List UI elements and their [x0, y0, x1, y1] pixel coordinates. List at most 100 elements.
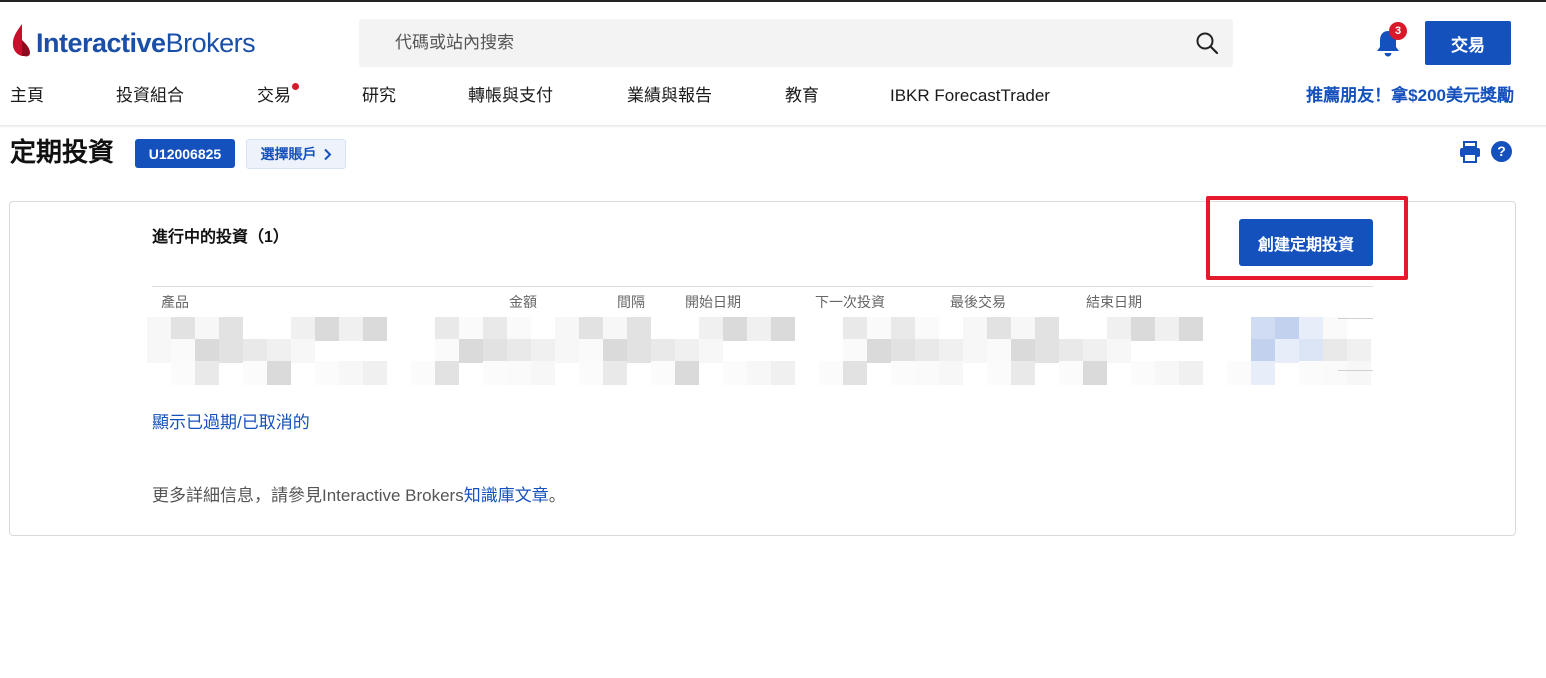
- knowledge-base-link[interactable]: 知識庫文章: [464, 486, 549, 505]
- redaction-pixel: [171, 339, 195, 363]
- redaction-pixel: [1011, 317, 1035, 341]
- logo-text: InteractiveBrokers: [36, 27, 256, 58]
- redaction-pixel: [723, 361, 747, 385]
- redaction-pixel: [1227, 361, 1251, 385]
- redaction-pixel: [867, 339, 891, 363]
- redaction-pixel: [555, 339, 579, 363]
- trade-button[interactable]: 交易: [1425, 21, 1511, 65]
- redaction-pixel: [627, 317, 651, 341]
- redaction-pixel: [171, 317, 195, 341]
- redaction-pixel: [1179, 361, 1203, 385]
- redaction-pixel: [747, 317, 771, 341]
- redaction-pixel: [1251, 317, 1275, 341]
- redaction-pixel: [915, 361, 939, 385]
- search-icon[interactable]: [1195, 31, 1219, 55]
- redaction-pixel: [843, 361, 867, 385]
- redaction-pixel: [891, 317, 915, 341]
- col-header-amount[interactable]: 金額: [509, 292, 537, 312]
- nav-item-performance-reports[interactable]: 業績與報告: [627, 83, 712, 109]
- redaction-pixel: [579, 361, 603, 385]
- redaction-pixel: [1299, 317, 1323, 341]
- row-rule-top: [1338, 318, 1373, 319]
- redaction-pixel: [435, 361, 459, 385]
- redaction-pixel: [411, 361, 435, 385]
- nav-item-education[interactable]: 教育: [785, 83, 819, 109]
- redaction-pixel: [1011, 361, 1035, 385]
- redaction-pixel: [627, 339, 651, 363]
- col-header-interval[interactable]: 間隔: [617, 292, 645, 312]
- redaction-pixel: [723, 317, 747, 341]
- redaction-pixel: [939, 361, 963, 385]
- create-recurring-investment-button[interactable]: 創建定期投資: [1239, 219, 1373, 266]
- redaction-pixel: [243, 361, 267, 385]
- redaction-pixel: [243, 339, 267, 363]
- redaction-pixel: [1035, 317, 1059, 341]
- redaction-pixel: [891, 339, 915, 363]
- footnote: 更多詳細信息，請參見Interactive Brokers知識庫文章。: [152, 484, 566, 508]
- nav-item-trade[interactable]: 交易: [257, 83, 291, 109]
- redaction-pixel: [315, 317, 339, 341]
- redaction-pixel: [891, 361, 915, 385]
- ib-logo-flame-icon: [10, 22, 36, 64]
- redaction-pixel: [195, 361, 219, 385]
- select-account-button[interactable]: 選擇賬戶: [246, 139, 346, 169]
- redaction-pixel: [1251, 361, 1275, 385]
- referral-link[interactable]: 推薦朋友！拿$200美元獎勵: [1306, 83, 1514, 109]
- redaction-pixel: [1083, 339, 1107, 363]
- nav-item-research[interactable]: 研究: [362, 83, 396, 109]
- redaction-pixel: [603, 317, 627, 341]
- redaction-pixel: [843, 317, 867, 341]
- chevron-right-icon: [323, 148, 331, 160]
- redaction-pixel: [1011, 339, 1035, 363]
- printer-icon[interactable]: [1458, 141, 1482, 163]
- redacted-table-row[interactable]: [147, 317, 1373, 385]
- account-id-badge: U12006825: [135, 139, 235, 168]
- help-icon[interactable]: ?: [1491, 141, 1512, 162]
- redaction-pixel: [507, 361, 531, 385]
- redaction-pixel: [363, 317, 387, 341]
- nav-item-portfolio[interactable]: 投資組合: [116, 83, 184, 109]
- redaction-pixel: [483, 339, 507, 363]
- redaction-pixel: [1155, 317, 1179, 341]
- header-divider: [0, 125, 1546, 128]
- redaction-pixel: [459, 339, 483, 363]
- redaction-pixel: [963, 317, 987, 341]
- col-header-start-date[interactable]: 開始日期: [685, 292, 741, 312]
- redaction-pixel: [963, 339, 987, 363]
- col-header-product[interactable]: 產品: [161, 292, 189, 312]
- redaction-pixel: [1323, 339, 1347, 363]
- redaction-pixel: [1275, 317, 1299, 341]
- search-bar[interactable]: [359, 19, 1233, 67]
- redaction-pixel: [1347, 361, 1371, 385]
- redaction-pixel: [291, 317, 315, 341]
- redaction-pixel: [675, 339, 699, 363]
- redaction-pixel: [603, 339, 627, 363]
- redaction-pixel: [147, 339, 171, 363]
- redaction-pixel: [987, 339, 1011, 363]
- nav-item-forecasttrader[interactable]: IBKR ForecastTrader: [890, 83, 1050, 109]
- row-rule-bottom: [1338, 370, 1373, 371]
- redaction-pixel: [819, 361, 843, 385]
- search-input[interactable]: [395, 19, 1175, 67]
- redaction-pixel: [771, 361, 795, 385]
- redaction-pixel: [483, 317, 507, 341]
- redaction-pixel: [507, 317, 531, 341]
- redaction-pixel: [147, 317, 171, 341]
- redaction-pixel: [579, 317, 603, 341]
- redaction-pixel: [939, 339, 963, 363]
- show-expired-cancelled-link[interactable]: 顯示已過期/已取消的: [152, 411, 310, 435]
- redaction-pixel: [483, 361, 507, 385]
- redaction-pixel: [843, 339, 867, 363]
- col-header-end-date[interactable]: 結束日期: [1086, 292, 1142, 312]
- col-header-last-trade[interactable]: 最後交易: [950, 292, 1006, 312]
- interactive-brokers-logo[interactable]: InteractiveBrokers: [10, 22, 256, 64]
- redaction-pixel: [171, 361, 195, 385]
- col-header-next-investment[interactable]: 下一次投資: [815, 292, 885, 312]
- redaction-pixel: [1275, 339, 1299, 363]
- nav-alert-dot: [292, 83, 299, 90]
- nav-item-home[interactable]: 主頁: [10, 83, 44, 109]
- redaction-pixel: [603, 361, 627, 385]
- redaction-pixel: [651, 361, 675, 385]
- footnote-prefix: 更多詳細信息，請參見Interactive Brokers: [152, 486, 464, 505]
- nav-item-transfer-pay[interactable]: 轉帳與支付: [468, 83, 553, 109]
